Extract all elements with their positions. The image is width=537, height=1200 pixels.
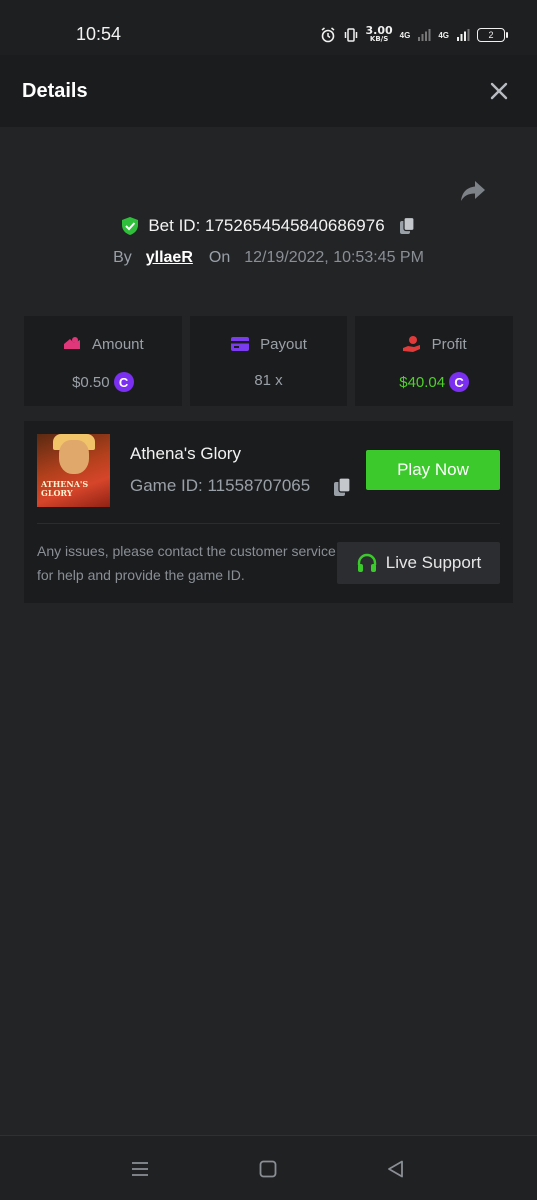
stat-payout: Payout 81 x xyxy=(189,316,348,406)
game-name: Athena's Glory xyxy=(130,444,241,463)
live-support-label: Live Support xyxy=(385,553,482,572)
close-icon[interactable] xyxy=(487,79,511,103)
payout-card-icon xyxy=(231,337,250,351)
on-label: On xyxy=(208,249,231,266)
headset-icon xyxy=(357,553,376,572)
share-icon[interactable] xyxy=(459,178,487,204)
bet-stats: Amount $0.50 C Payout 81 x Profit $40.04… xyxy=(24,316,514,406)
copy-icon[interactable] xyxy=(332,476,352,498)
page-title: Details xyxy=(22,80,88,102)
thumbnail-title-2: GLORY xyxy=(41,488,73,498)
profit-hand-icon xyxy=(402,336,420,352)
support-notice: Any issues, please contact the customer … xyxy=(37,543,336,583)
profit-value: $40.04 xyxy=(399,373,446,391)
bet-author-row: By yllaeR On 12/19/2022, 10:53:45 PM xyxy=(0,249,537,267)
profit-label: Profit xyxy=(431,335,467,353)
by-label: By xyxy=(113,249,132,266)
coin-icon: C xyxy=(113,372,134,392)
verified-shield-icon xyxy=(122,217,139,235)
status-icons: 3.00 KB/S 4G 4G 2 xyxy=(320,24,508,46)
vibrate-icon xyxy=(344,28,357,42)
signal-icon xyxy=(418,29,431,41)
game-id: Game ID: 11558707065 xyxy=(130,476,311,495)
home-icon[interactable] xyxy=(257,1158,279,1180)
signal-icon xyxy=(457,29,470,41)
game-thumbnail[interactable]: ATHENA'S GLORY xyxy=(37,434,110,507)
network-type-2: 4G xyxy=(438,30,449,40)
live-support-button[interactable]: Live Support xyxy=(337,542,500,584)
details-header: Details xyxy=(0,55,537,127)
copy-icon[interactable] xyxy=(397,216,417,236)
alarm-icon xyxy=(321,27,334,43)
payout-value: 81 x xyxy=(254,372,283,389)
status-bar: 10:54 3.00 KB/S 4G 4G 2 xyxy=(0,0,537,55)
game-card: ATHENA'S GLORY Athena's Glory Game ID: 1… xyxy=(24,421,513,603)
user-link[interactable]: yllaeR xyxy=(146,249,193,267)
amount-icon xyxy=(63,337,80,349)
stat-amount: Amount $0.50 C xyxy=(24,316,182,406)
battery-icon: 2 xyxy=(477,28,508,42)
coin-icon: C xyxy=(449,372,470,392)
status-time: 10:54 xyxy=(76,24,122,44)
net-speed: 3.00 KB/S xyxy=(365,24,393,43)
amount-value: $0.50 xyxy=(72,373,110,391)
back-icon[interactable] xyxy=(385,1158,407,1180)
amount-label: Amount xyxy=(91,335,144,353)
network-type-1: 4G xyxy=(399,30,411,40)
bet-id: Bet ID: 1752654545840686976 xyxy=(148,216,385,235)
menu-icon[interactable] xyxy=(129,1158,151,1180)
payout-label: Payout xyxy=(260,335,307,353)
bet-id-row: Bet ID: 1752654545840686976 xyxy=(0,216,537,236)
bet-datetime: 12/19/2022, 10:53:45 PM xyxy=(244,249,424,266)
system-nav-bar xyxy=(0,1135,537,1200)
divider xyxy=(37,523,500,524)
stat-profit: Profit $40.04 C xyxy=(355,316,514,406)
play-now-button[interactable]: Play Now xyxy=(366,450,500,490)
